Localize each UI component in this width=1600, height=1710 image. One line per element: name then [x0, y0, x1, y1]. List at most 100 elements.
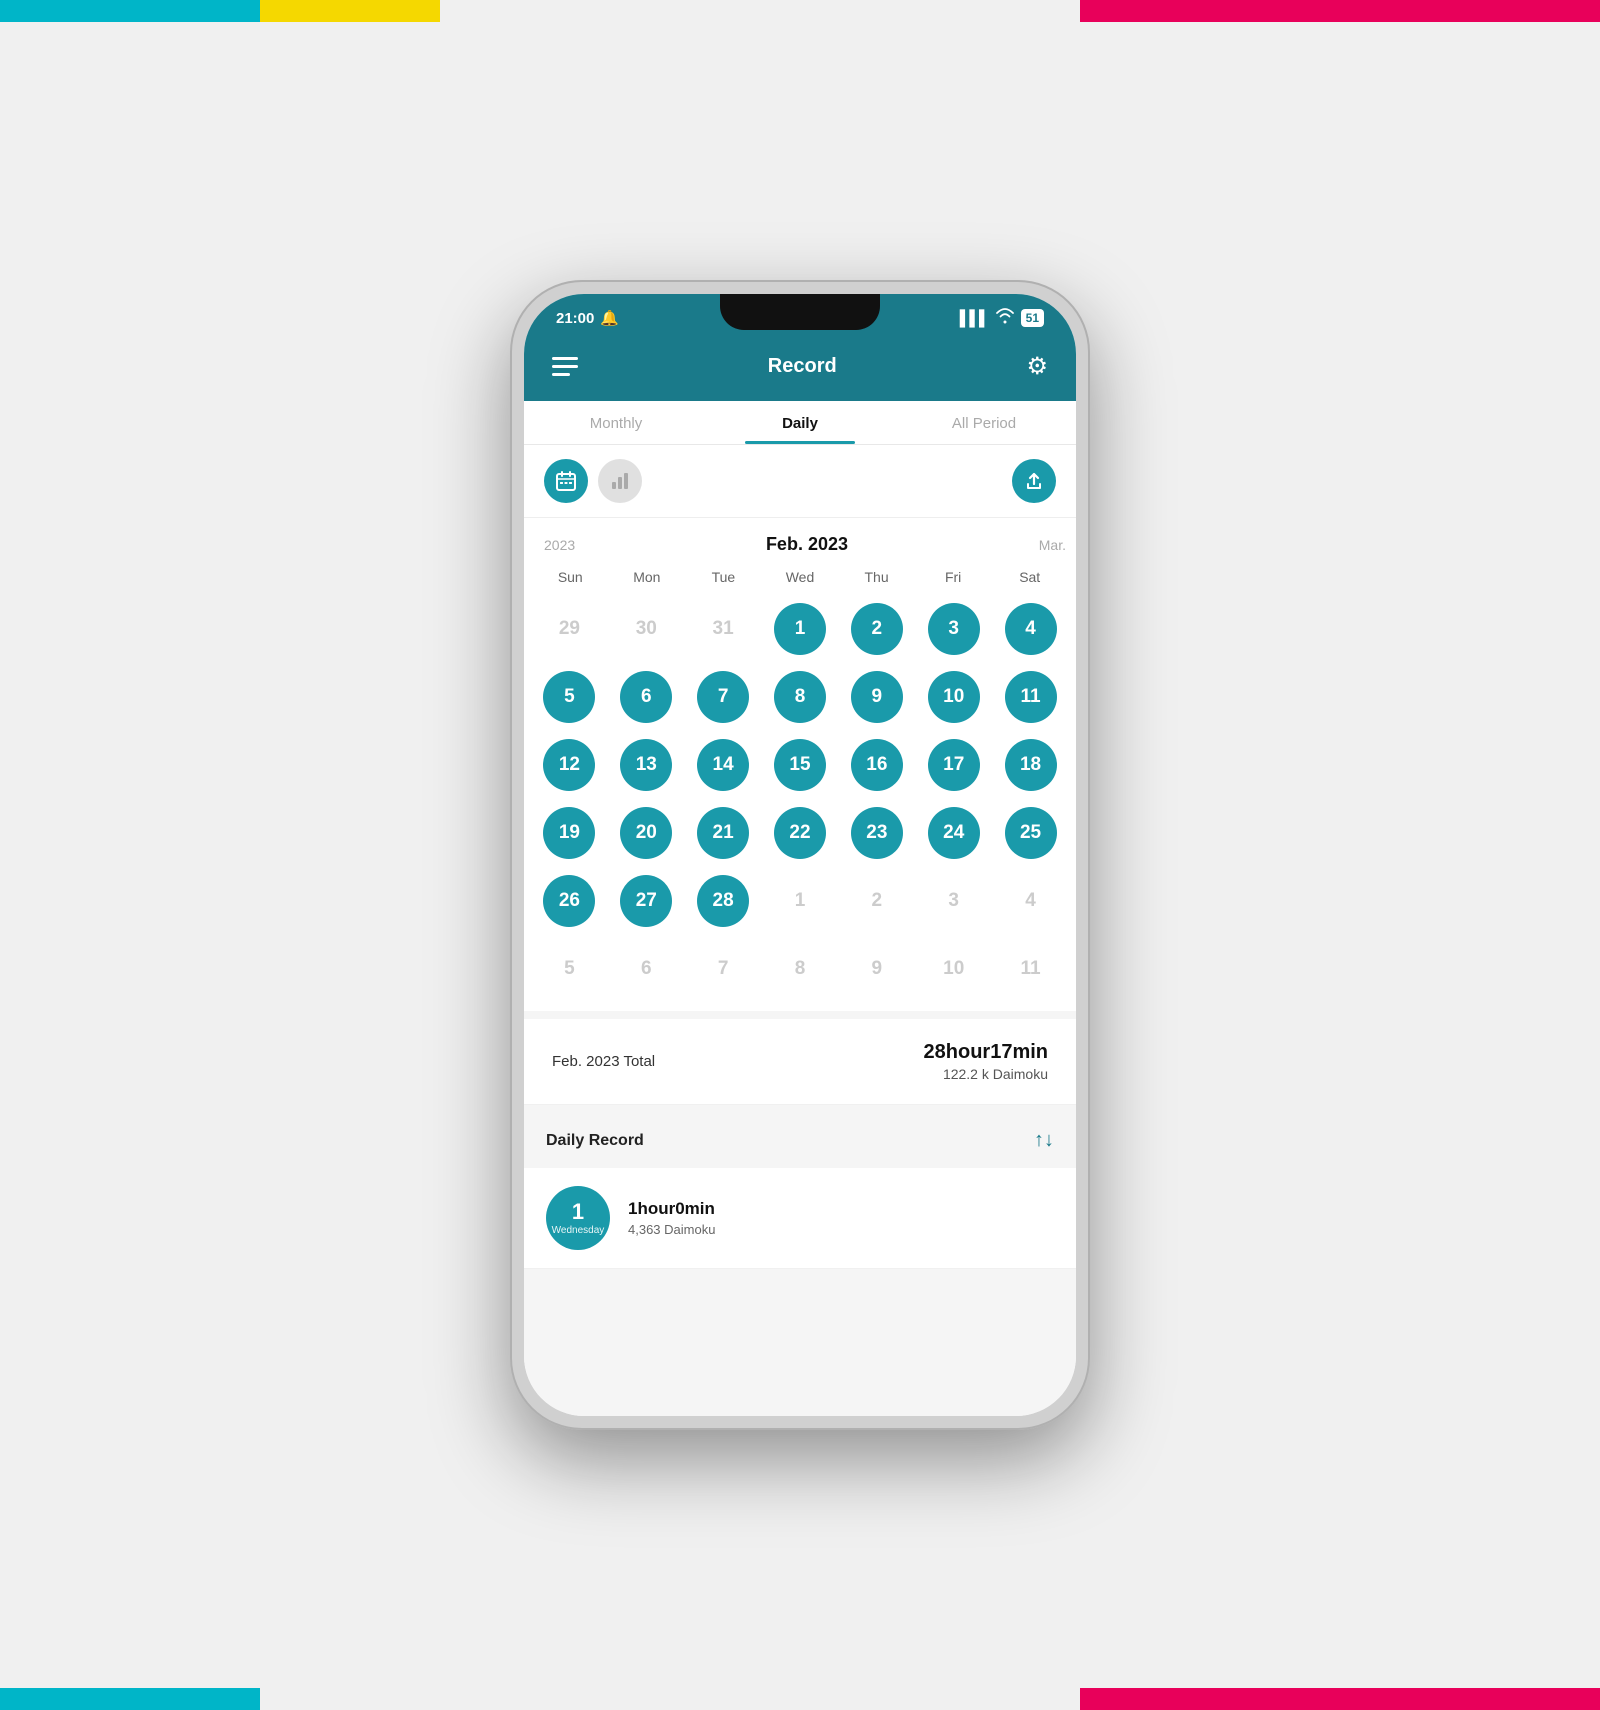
tabs-bar: Monthly Daily All Period: [524, 401, 1076, 445]
day-16: 16: [851, 739, 903, 791]
day-cell-2[interactable]: 2: [839, 597, 914, 661]
day-4-next: 4: [1005, 875, 1057, 927]
day-cell[interactable]: 9: [839, 937, 914, 1001]
day-cell-12[interactable]: 12: [532, 733, 607, 797]
summary-total-daimoku: 122.2 k Daimoku: [924, 1066, 1048, 1082]
day-cell[interactable]: 10: [916, 937, 991, 1001]
day-cell[interactable]: 2: [839, 869, 914, 933]
day-3: 3: [928, 603, 980, 655]
day-cell-5[interactable]: 5: [532, 665, 607, 729]
day-header-mon: Mon: [609, 565, 686, 589]
day-cell[interactable]: 5: [532, 937, 607, 1001]
sort-button[interactable]: ↑↓: [1034, 1129, 1054, 1152]
day-29-prev: 29: [543, 603, 595, 655]
corner-bl-decoration: [0, 1688, 260, 1710]
day-cell[interactable]: 30: [609, 597, 684, 661]
day-cell-11[interactable]: 11: [993, 665, 1068, 729]
record-date-day: Wednesday: [552, 1225, 605, 1236]
calendar-view-button[interactable]: [544, 459, 588, 503]
day-5-next: 5: [543, 943, 595, 995]
day-11: 11: [1005, 671, 1057, 723]
day-cell-3[interactable]: 3: [916, 597, 991, 661]
day-6: 6: [620, 671, 672, 723]
hamburger-line-2: [552, 365, 578, 368]
day-2: 2: [851, 603, 903, 655]
day-cell-20[interactable]: 20: [609, 801, 684, 865]
day-cell-6[interactable]: 6: [609, 665, 684, 729]
day-22: 22: [774, 807, 826, 859]
day-cell[interactable]: 11: [993, 937, 1068, 1001]
chart-view-button[interactable]: [598, 459, 642, 503]
share-button[interactable]: [1012, 459, 1056, 503]
day-cell-15[interactable]: 15: [763, 733, 838, 797]
day-cell-22[interactable]: 22: [763, 801, 838, 865]
day-cell-4[interactable]: 4: [993, 597, 1068, 661]
toolbar-left: [544, 459, 642, 503]
day-17: 17: [928, 739, 980, 791]
day-cell-13[interactable]: 13: [609, 733, 684, 797]
day-cell-8[interactable]: 8: [763, 665, 838, 729]
day-cell[interactable]: 7: [686, 937, 761, 1001]
content-area: 2023 Feb. 2023 Mar. Sun Mon Tue Wed Thu …: [524, 445, 1076, 1416]
day-cell-14[interactable]: 14: [686, 733, 761, 797]
day-header-tue: Tue: [685, 565, 762, 589]
day-cell-18[interactable]: 18: [993, 733, 1068, 797]
day-cell-9[interactable]: 9: [839, 665, 914, 729]
day-28: 28: [697, 875, 749, 927]
menu-button[interactable]: [552, 357, 578, 376]
day-2-next: 2: [851, 875, 903, 927]
day-cell-16[interactable]: 16: [839, 733, 914, 797]
day-cell-19[interactable]: 19: [532, 801, 607, 865]
tab-monthly[interactable]: Monthly: [524, 415, 708, 444]
day-cell[interactable]: 31: [686, 597, 761, 661]
day-cell-26[interactable]: 26: [532, 869, 607, 933]
day-cell-1[interactable]: 1: [763, 597, 838, 661]
day-cell-25[interactable]: 25: [993, 801, 1068, 865]
day-cell-21[interactable]: 21: [686, 801, 761, 865]
day-8-next: 8: [774, 943, 826, 995]
record-details: 1hour0min 4,363 Daimoku: [628, 1199, 1054, 1237]
day-cell[interactable]: 1: [763, 869, 838, 933]
day-5: 5: [543, 671, 595, 723]
day-27: 27: [620, 875, 672, 927]
tab-all-period[interactable]: All Period: [892, 415, 1076, 444]
day-cell-10[interactable]: 10: [916, 665, 991, 729]
day-10: 10: [928, 671, 980, 723]
day-26: 26: [543, 875, 595, 927]
day-cell[interactable]: 8: [763, 937, 838, 1001]
app-title: Record: [768, 355, 837, 378]
day-headers-row: Sun Mon Tue Wed Thu Fri Sat: [532, 565, 1068, 589]
corner-tl-decoration: [0, 0, 260, 22]
day-7-next: 7: [697, 943, 749, 995]
daily-record-section-header: Daily Record ↑↓: [524, 1113, 1076, 1168]
day-9: 9: [851, 671, 903, 723]
day-cell-27[interactable]: 27: [609, 869, 684, 933]
day-cell[interactable]: 29: [532, 597, 607, 661]
tab-all-period-label: All Period: [952, 415, 1016, 432]
day-cell-7[interactable]: 7: [686, 665, 761, 729]
day-cell-24[interactable]: 24: [916, 801, 991, 865]
day-1-next: 1: [774, 875, 826, 927]
day-cell[interactable]: 4: [993, 869, 1068, 933]
day-14: 14: [697, 739, 749, 791]
record-daimoku: 4,363 Daimoku: [628, 1222, 1054, 1237]
signal-icon: ▌▌▌: [960, 310, 989, 327]
status-time: 21:00: [556, 310, 594, 327]
day-cell-28[interactable]: 28: [686, 869, 761, 933]
day-30-prev: 30: [620, 603, 672, 655]
tab-daily[interactable]: Daily: [708, 415, 892, 444]
record-date-number: 1: [572, 1201, 584, 1223]
prev-month-label: 2023: [524, 537, 575, 553]
daily-record-item[interactable]: 1 Wednesday 1hour0min 4,363 Daimoku: [524, 1168, 1076, 1269]
summary-values: 28hour17min 122.2 k Daimoku: [924, 1041, 1048, 1082]
day-cell-23[interactable]: 23: [839, 801, 914, 865]
settings-icon[interactable]: ⚙: [1026, 352, 1048, 381]
daily-record-title: Daily Record: [546, 1132, 644, 1150]
bell-icon: 🔔: [600, 309, 619, 327]
day-cell[interactable]: 3: [916, 869, 991, 933]
status-time-area: 21:00 🔔: [556, 309, 619, 327]
day-4: 4: [1005, 603, 1057, 655]
phone-inner: 21:00 🔔 ▌▌▌ 5 1: [524, 294, 1076, 1416]
day-cell[interactable]: 6: [609, 937, 684, 1001]
day-cell-17[interactable]: 17: [916, 733, 991, 797]
